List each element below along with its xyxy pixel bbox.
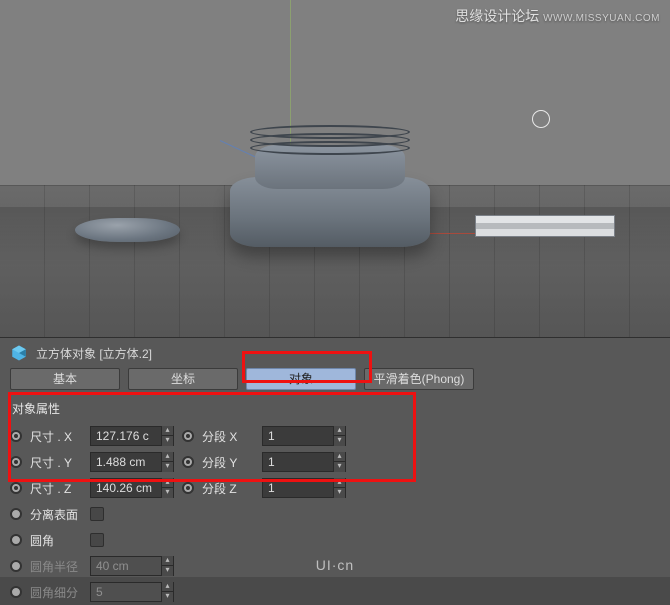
tab-phong[interactable]: 平滑着色(Phong) bbox=[364, 368, 474, 390]
label-seg-z: 分段 Z bbox=[202, 480, 254, 497]
radio-icon[interactable] bbox=[10, 456, 22, 468]
radio-icon[interactable] bbox=[182, 430, 194, 442]
input-size-y[interactable]: 1.488 cm ▴▾ bbox=[90, 452, 174, 472]
input-seg-x[interactable]: 1 ▴▾ bbox=[262, 426, 346, 446]
cube-icon bbox=[10, 344, 28, 362]
label-separate: 分离表面 bbox=[30, 506, 82, 523]
spinner[interactable]: ▴▾ bbox=[161, 426, 173, 446]
input-fillet-sub: 5 ▴▾ bbox=[90, 582, 174, 602]
section-title: 对象属性 bbox=[0, 398, 670, 423]
3d-viewport[interactable] bbox=[0, 0, 670, 337]
jar-ring bbox=[250, 125, 410, 139]
radio-icon[interactable] bbox=[182, 456, 194, 468]
value-fillet-sub: 5 bbox=[91, 585, 161, 599]
tab-basic[interactable]: 基本 bbox=[10, 368, 120, 390]
radio-icon[interactable] bbox=[10, 534, 22, 546]
value-size-x: 127.176 c bbox=[91, 429, 161, 443]
watermark-title: 思缘设计论坛 bbox=[455, 8, 539, 24]
object-properties: 尺寸 . X 127.176 c ▴▾ 分段 X 1 ▴▾ 尺寸 . Y 1.4… bbox=[0, 423, 670, 605]
tab-coord[interactable]: 坐标 bbox=[128, 368, 238, 390]
spinner[interactable]: ▴▾ bbox=[333, 452, 345, 472]
value-size-z: 140.26 cm bbox=[91, 481, 161, 495]
label-seg-y: 分段 Y bbox=[202, 454, 254, 471]
row-fillet-sub: 圆角细分 5 ▴▾ bbox=[10, 579, 660, 605]
viewport-marker bbox=[532, 110, 550, 128]
row-fillet: 圆角 bbox=[10, 527, 660, 553]
value-size-y: 1.488 cm bbox=[91, 455, 161, 469]
radio-icon bbox=[10, 586, 22, 598]
panel-titlebar: 立方体对象 [立方体.2] bbox=[0, 338, 670, 366]
input-seg-z[interactable]: 1 ▴▾ bbox=[262, 478, 346, 498]
label-seg-x: 分段 X bbox=[202, 428, 254, 445]
spinner[interactable]: ▴▾ bbox=[161, 478, 173, 498]
object-jar[interactable] bbox=[230, 137, 430, 247]
label-size-x: 尺寸 . X bbox=[30, 428, 82, 445]
watermark-bottom: UI·cn bbox=[316, 557, 354, 573]
value-seg-x: 1 bbox=[263, 429, 333, 443]
watermark-top: 思缘设计论坛 WWW.MISSYUAN.COM bbox=[455, 6, 660, 26]
row-size-x: 尺寸 . X 127.176 c ▴▾ 分段 X 1 ▴▾ bbox=[10, 423, 660, 449]
radio-icon[interactable] bbox=[10, 508, 22, 520]
checkbox-separate[interactable] bbox=[90, 507, 104, 521]
tab-object[interactable]: 对象 bbox=[246, 368, 356, 390]
label-fillet: 圆角 bbox=[30, 532, 82, 549]
watermark-url: WWW.MISSYUAN.COM bbox=[543, 13, 660, 24]
label-fillet-radius: 圆角半径 bbox=[30, 558, 82, 575]
tab-bar: 基本 坐标 对象 平滑着色(Phong) bbox=[0, 366, 670, 398]
spinner: ▴▾ bbox=[161, 556, 173, 576]
input-size-z[interactable]: 140.26 cm ▴▾ bbox=[90, 478, 174, 498]
value-seg-z: 1 bbox=[263, 481, 333, 495]
radio-icon[interactable] bbox=[10, 430, 22, 442]
input-size-x[interactable]: 127.176 c ▴▾ bbox=[90, 426, 174, 446]
spinner[interactable]: ▴▾ bbox=[333, 426, 345, 446]
radio-icon[interactable] bbox=[182, 482, 194, 494]
spinner[interactable]: ▴▾ bbox=[333, 478, 345, 498]
label-fillet-sub: 圆角细分 bbox=[30, 584, 82, 601]
panel-title: 立方体对象 [立方体.2] bbox=[36, 345, 152, 362]
row-size-y: 尺寸 . Y 1.488 cm ▴▾ 分段 Y 1 ▴▾ bbox=[10, 449, 660, 475]
label-size-y: 尺寸 . Y bbox=[30, 454, 82, 471]
checkbox-fillet[interactable] bbox=[90, 533, 104, 547]
attributes-panel: 立方体对象 [立方体.2] 基本 坐标 对象 平滑着色(Phong) 对象属性 … bbox=[0, 337, 670, 577]
spinner[interactable]: ▴▾ bbox=[161, 452, 173, 472]
value-fillet-radius: 40 cm bbox=[91, 559, 161, 573]
value-seg-y: 1 bbox=[263, 455, 333, 469]
input-seg-y[interactable]: 1 ▴▾ bbox=[262, 452, 346, 472]
object-cube[interactable] bbox=[475, 215, 615, 237]
label-size-z: 尺寸 . Z bbox=[30, 480, 82, 497]
row-separate: 分离表面 bbox=[10, 501, 660, 527]
object-lid[interactable] bbox=[75, 218, 180, 242]
spinner: ▴▾ bbox=[161, 582, 173, 602]
row-size-z: 尺寸 . Z 140.26 cm ▴▾ 分段 Z 1 ▴▾ bbox=[10, 475, 660, 501]
radio-icon[interactable] bbox=[10, 482, 22, 494]
radio-icon bbox=[10, 560, 22, 572]
input-fillet-radius: 40 cm ▴▾ bbox=[90, 556, 174, 576]
